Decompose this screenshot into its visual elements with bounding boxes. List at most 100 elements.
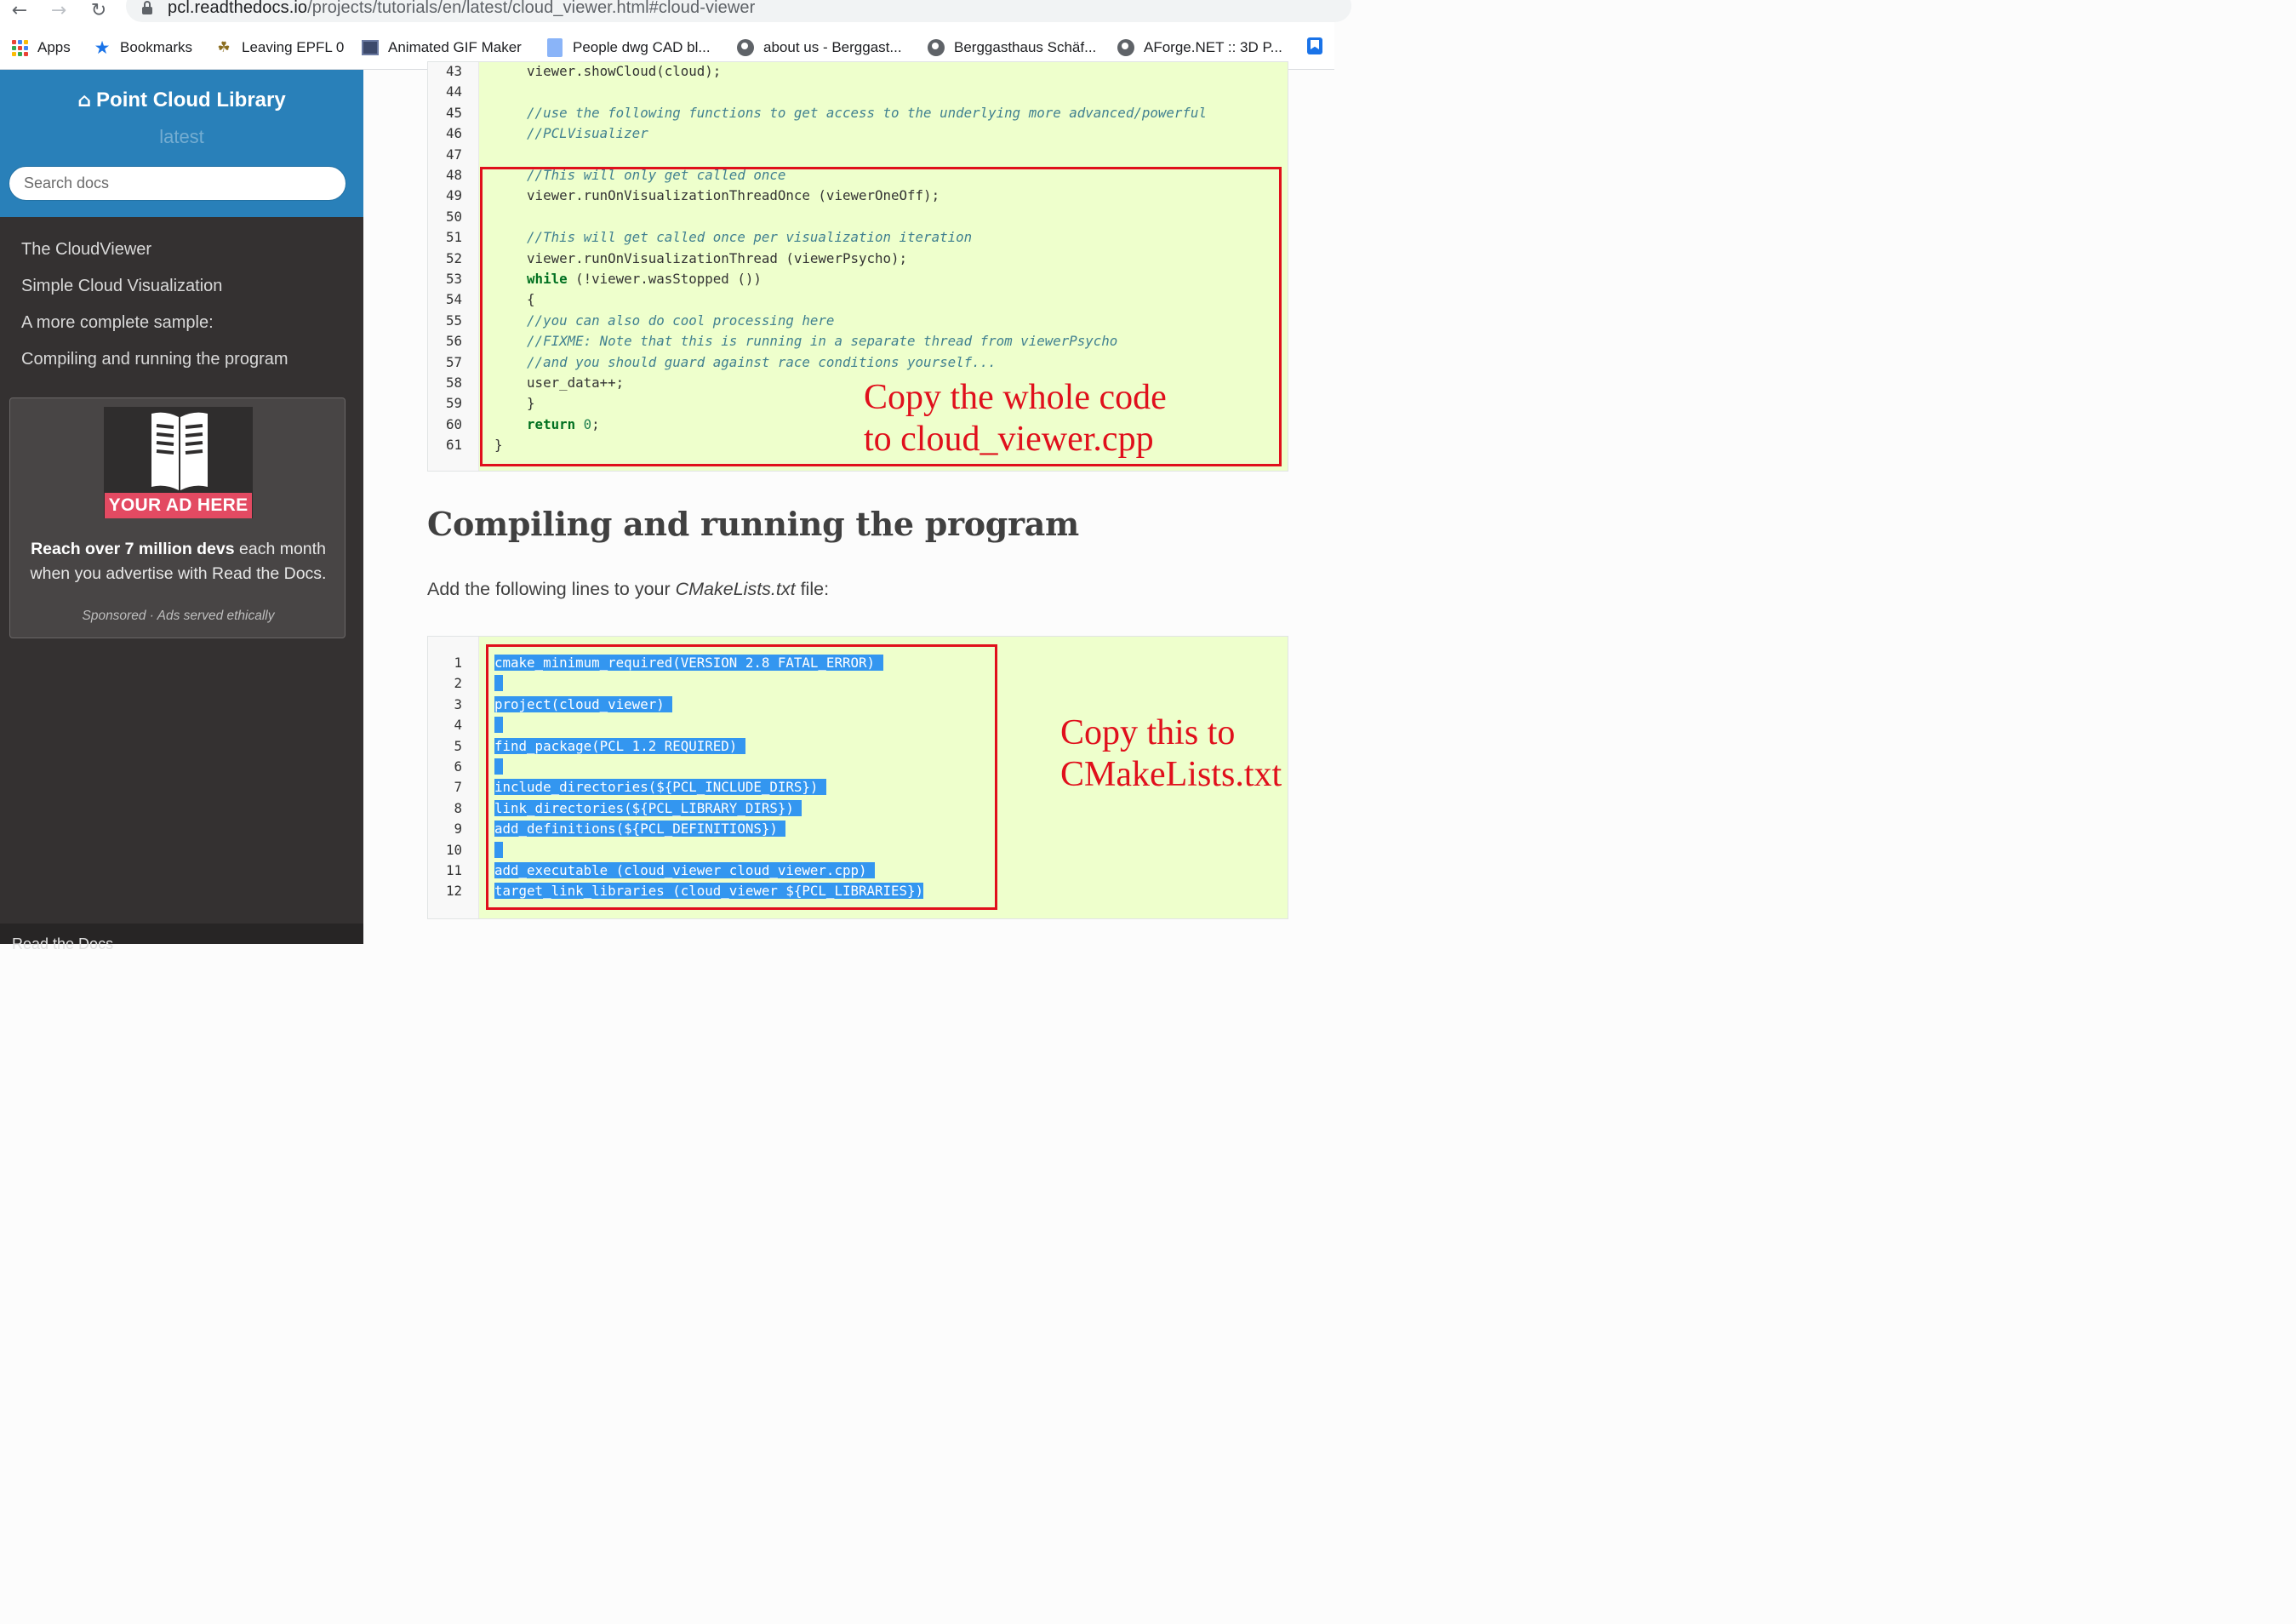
toc-item-compiling[interactable]: Compiling and running the program [21,350,288,369]
line-number: 46 [445,125,462,142]
intro-filename: CMakeLists.txt [675,579,796,599]
line-number: 10 [445,841,462,858]
line-number: 49 [445,187,462,204]
back-arrow-icon[interactable]: ← [7,0,32,22]
globe-icon [927,38,945,57]
browser-toolbar: ← → ↻ pcl.readthedocs.io/projects/tutori… [0,0,1351,26]
toc-item-complete-sample[interactable]: A more complete sample: [21,313,214,333]
globe-icon [736,38,755,57]
sidebar: ⌂ Point Cloud Library latest The CloudVi… [0,70,363,952]
bookmark-label: Bookmarks [120,39,193,55]
home-link[interactable]: ⌂ Point Cloud Library [0,89,363,112]
line-number: 6 [454,758,462,775]
globe-icon [1117,38,1135,57]
bookmark-leaving-epfl[interactable]: ☘ Leaving EPFL 0 [214,36,344,60]
line-number: 54 [445,291,462,308]
bookmark-people-dwg[interactable]: People dwg CAD bl... [545,36,711,60]
line-number: 60 [445,415,462,432]
line-number: 2 [454,675,462,692]
bookmark-label: Apps [37,39,71,55]
line-number: 53 [445,271,462,287]
intro-before: Add the following lines to your [427,579,676,599]
line-number: 50 [445,208,462,225]
bookmark-label: Animated GIF Maker [388,39,522,55]
line-number: 56 [445,333,462,350]
line-number: 12 [445,883,462,900]
line-number: 61 [445,437,462,454]
lock-icon[interactable] [141,1,153,14]
annotation-line: Copy the whole code [864,378,1167,417]
line-number: 47 [445,146,462,163]
bookmark-folder-icon[interactable] [1307,37,1322,54]
sponsored-ad[interactable]: YOUR AD HERE Reach over 7 million devs e… [9,397,346,638]
cad-icon [545,38,564,57]
url-path: /projects/tutorials/en/latest/cloud_view… [307,0,756,17]
read-the-docs-bar[interactable]: Read the Docs [0,924,363,952]
search-input[interactable] [9,166,346,201]
ad-text[interactable]: Reach over 7 million devs each month whe… [10,537,346,586]
gif-maker-icon [361,38,380,57]
rtd-label: Read the Docs [12,935,114,952]
ad-image[interactable]: YOUR AD HERE [104,407,253,518]
apps-grid-icon [10,38,29,57]
line-number: 11 [445,862,462,878]
line-number: 58 [445,375,462,391]
toc-item-cloudviewer[interactable]: The CloudViewer [21,240,151,260]
line-number: 7 [454,779,462,796]
line-number: 8 [454,799,462,816]
url-text[interactable]: pcl.readthedocs.io/projects/tutorials/en… [168,0,755,18]
version-label: latest [159,126,204,147]
intro-after: file: [795,579,830,599]
line-number: 44 [445,83,462,100]
annotation-line: Copy this to [1060,713,1236,752]
toc-item-simple-visualization[interactable]: Simple Cloud Visualization [21,277,222,296]
home-icon: ⌂ [77,89,92,112]
code-line[interactable]: viewer.showCloud(cloud); [494,62,721,82]
line-number: 52 [445,249,462,266]
line-number: 45 [445,104,462,121]
line-number: 4 [454,717,462,734]
ad-banner: YOUR AD HERE [105,493,252,518]
forward-arrow-icon[interactable]: → [46,0,71,22]
line-number: 3 [454,695,462,712]
line-number: 1 [454,655,462,671]
code-line[interactable]: //PCLVisualizer [494,123,648,144]
reload-icon[interactable]: ↻ [86,0,111,22]
url-host: pcl.readthedocs.io [168,0,308,17]
section-heading: Compiling and running the program [427,505,1079,543]
line-number: 51 [445,229,462,246]
bookmark-berggasthaus[interactable]: Berggasthaus Schäf... [927,36,1096,60]
star-icon: ★ [94,37,111,58]
bookmark-label: People dwg CAD bl... [573,39,711,55]
code-line[interactable]: //use the following functions to get acc… [494,103,1207,123]
annotation-box-cmake [486,644,997,910]
ad-footer[interactable]: Sponsored · Ads served ethically [10,609,346,624]
annotation-line: to cloud_viewer.cpp [864,420,1154,459]
line-number: 59 [445,395,462,412]
annotation-line: CMakeLists.txt [1060,755,1282,794]
sidebar-header: ⌂ Point Cloud Library latest [0,70,363,217]
intro-paragraph: Add the following lines to your CMakeLis… [427,579,829,600]
bookmark-label: Berggasthaus Schäf... [954,39,1097,55]
site-title: Point Cloud Library [96,89,286,112]
line-number: 5 [454,737,462,754]
ad-text-bold: Reach over 7 million devs [31,540,235,558]
annotation-copy-cmake: Copy this to CMakeLists.txt [1060,712,1282,796]
line-number: 43 [445,63,462,79]
bookmark-gif-maker[interactable]: Animated GIF Maker [361,36,522,60]
bookmark-label: AForge.NET :: 3D P... [1144,39,1282,55]
bookmark-label: about us - Berggast... [763,39,902,55]
document-icon [151,412,208,490]
ad-text-line2: when you advertise with Read the Docs. [30,564,327,583]
line-number: 55 [445,312,462,329]
line-number: 57 [445,353,462,370]
line-number: 9 [454,821,462,838]
ad-text-rest: each month [234,540,326,558]
bookmark-apps[interactable]: Apps [10,36,71,60]
bottles-icon: ☘ [217,39,231,56]
bookmark-about-us[interactable]: about us - Berggast... [736,36,902,60]
bookmark-aforge[interactable]: AForge.NET :: 3D P... [1117,36,1282,60]
annotation-copy-cpp: Copy the whole code to cloud_viewer.cpp [864,377,1167,460]
bookmark-bookmarks[interactable]: ★ Bookmarks [93,36,192,60]
bookmark-label: Leaving EPFL 0 [242,39,345,55]
